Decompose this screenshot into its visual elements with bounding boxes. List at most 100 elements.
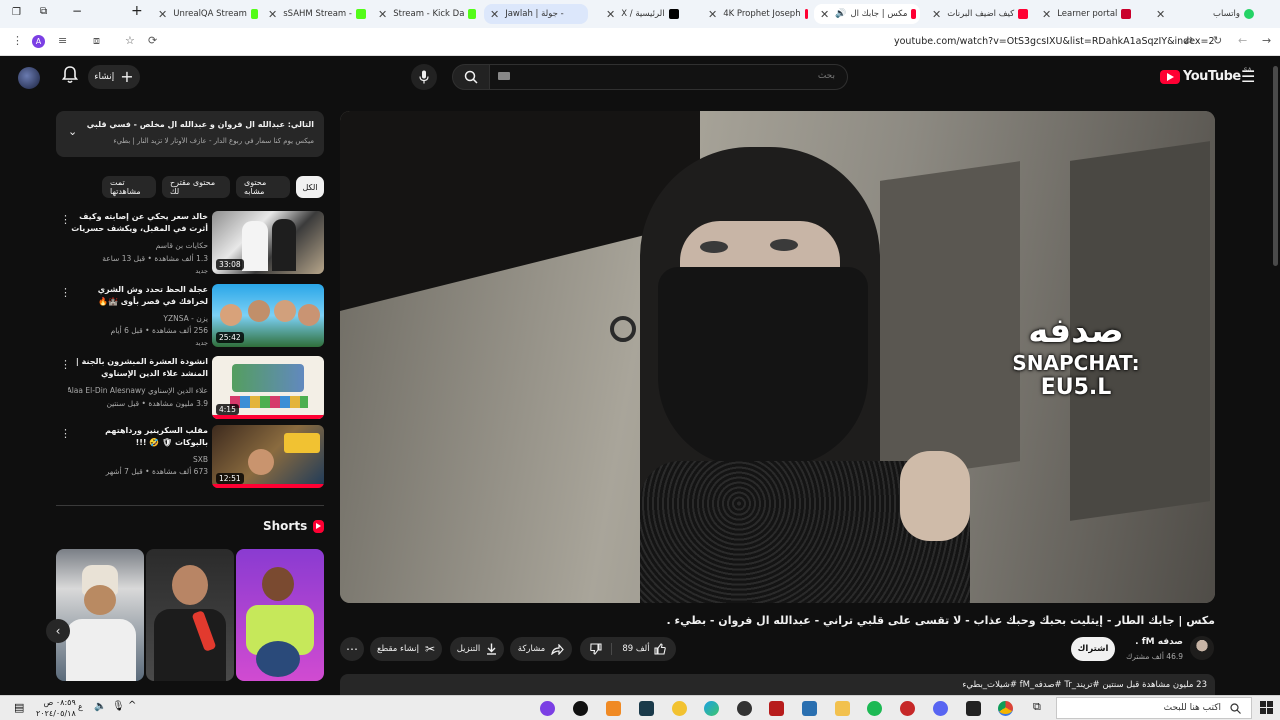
more-options-icon[interactable]: ⋮ — [60, 286, 71, 299]
taskbar-search-box[interactable]: اكتب هنا للبحث — [1056, 697, 1252, 719]
short-thumbnail[interactable] — [56, 549, 144, 681]
new-tab-icon[interactable]: + — [131, 3, 143, 19]
close-icon[interactable]: ✕ — [1156, 8, 1165, 21]
video-thumbnail[interactable]: 33:08 — [212, 211, 324, 274]
spotify-icon[interactable] — [867, 701, 882, 716]
list-item[interactable]: 12:51 مقلب السكرينير ورداهتهم بالبوكات 🛡… — [60, 425, 326, 489]
clip-button[interactable]: إنشاء مقطع ✂ — [370, 637, 442, 661]
notifications-bell-icon[interactable] — [61, 66, 79, 88]
keyboard-icon[interactable] — [498, 72, 510, 80]
language-indicator[interactable]: ع — [78, 702, 83, 711]
forward-icon[interactable]: ← — [1238, 34, 1247, 47]
close-icon[interactable]: ✕ — [932, 8, 941, 21]
close-icon[interactable]: ✕ — [708, 8, 717, 21]
video-thumbnail[interactable]: 4:15 — [212, 356, 324, 419]
like-button[interactable]: 89 ألف — [612, 643, 676, 655]
url-field[interactable]: youtube.com/watch?v=OtS3gcsIXU&list=RDah… — [894, 36, 1215, 47]
app-icon-9[interactable] — [802, 701, 817, 716]
system-clock[interactable]: ٠٨:٥٩ ص ٢٠٢٤/٠٥/١٨ — [36, 697, 76, 719]
mute-icon[interactable]: 🔊 — [835, 9, 846, 19]
playlist-icon[interactable]: ≡ — [58, 34, 67, 47]
app-icon-7[interactable] — [737, 701, 752, 716]
tab-learner-portal[interactable]: ✕ Learner portal — [1036, 4, 1140, 24]
list-item[interactable]: 25:42 عجلة الحظ تحدد وش الشري لخرافك في … — [60, 284, 326, 348]
share-button[interactable]: مشاركة — [510, 637, 572, 661]
video-player[interactable]: صدفه SNAPCHAT: EU5.L — [340, 111, 1215, 603]
more-options-icon[interactable]: ⋮ — [60, 213, 71, 226]
channel-avatar[interactable] — [1190, 636, 1214, 660]
scrollbar-thumb[interactable] — [1273, 66, 1278, 266]
app-icon-1[interactable] — [540, 701, 555, 716]
video-thumbnail[interactable]: 25:42 — [212, 284, 324, 347]
minimize-icon[interactable]: − — [72, 4, 82, 18]
file-explorer-icon[interactable] — [835, 701, 850, 716]
edge-icon[interactable] — [704, 701, 719, 716]
list-item[interactable]: 4:15 انشودة العشرة المبشرون بالجنة | الم… — [60, 356, 326, 420]
video-thumbnail[interactable]: 12:51 — [212, 425, 324, 488]
restore-window-icon[interactable]: ❐ — [12, 7, 21, 18]
channel-name-main[interactable]: صدفه fM . — [1135, 637, 1183, 647]
playlist-next-panel[interactable]: ⌄ التالي: عبدالله ال فروان و عبدالله ال … — [56, 111, 324, 157]
close-icon[interactable]: ✕ — [1042, 8, 1051, 21]
close-icon[interactable]: ✕ — [490, 8, 499, 21]
subscribe-button[interactable]: اشتراك — [1071, 637, 1115, 661]
more-options-icon[interactable]: ⋮ — [60, 427, 71, 440]
tab-unrealqa[interactable]: ✕ UnrealQA Stream — [152, 4, 262, 24]
search-input[interactable]: بحث — [490, 64, 848, 90]
close-icon[interactable]: ✕ — [378, 8, 387, 21]
tab-berrynat[interactable]: ✕ كيف اضيف البرنات — [926, 4, 1034, 24]
voice-search-button[interactable] — [411, 64, 437, 90]
maximize-icon[interactable]: ⧉ — [40, 6, 47, 17]
close-icon[interactable]: ✕ — [268, 8, 277, 21]
close-icon[interactable]: ✕ — [820, 8, 829, 21]
tab-x[interactable]: ✕ X / الرئيسية — [600, 4, 700, 24]
chip-watched[interactable]: تمت مشاهدتها — [102, 176, 156, 198]
bookmark-star-icon[interactable]: ☆ — [125, 34, 135, 47]
install-app-icon[interactable]: ⟳ — [148, 34, 157, 47]
profile-avatar[interactable]: A — [32, 35, 45, 48]
chip-all[interactable]: الكل — [296, 176, 324, 198]
chrome-icon[interactable] — [998, 701, 1013, 716]
app-icon-13[interactable] — [933, 701, 948, 716]
app-icon-12[interactable] — [900, 701, 915, 716]
dislike-button[interactable] — [580, 643, 612, 655]
more-actions-button[interactable]: ⋯ — [340, 637, 364, 661]
tab-current-video[interactable]: ✕ 🔊 مكس | جابك ال — [814, 4, 920, 24]
tune-icon[interactable]: ⇄ — [1184, 34, 1193, 47]
hamburger-menu-icon[interactable]: ☰ — [1241, 67, 1255, 86]
tab-stream-kick[interactable]: ✕ Stream - Kick Da — [372, 4, 480, 24]
youtube-logo[interactable]: YouTube SA — [1160, 67, 1252, 84]
search-button[interactable] — [452, 64, 490, 90]
extensions-icon[interactable]: ⧈ — [93, 34, 100, 48]
short-thumbnail[interactable] — [146, 549, 234, 681]
download-button[interactable]: التنزيل — [450, 637, 504, 661]
microphone-tray-icon[interactable]: 🎙 — [112, 701, 125, 712]
menu-dots-icon[interactable]: ⋮ — [12, 34, 23, 47]
close-icon[interactable]: ✕ — [606, 8, 615, 21]
create-button[interactable]: إنشاء + — [88, 65, 140, 89]
epic-games-icon[interactable] — [966, 701, 981, 716]
account-avatar[interactable] — [18, 67, 40, 89]
close-icon[interactable]: ✕ — [158, 8, 167, 21]
back-icon[interactable]: → — [1262, 34, 1271, 47]
show-hidden-icons[interactable]: ^ — [128, 700, 136, 711]
volume-icon[interactable]: 🔈 — [94, 701, 106, 712]
list-item[interactable]: 33:08 خالد سعر يحكي عن إصابته وكيف أثرت … — [60, 211, 326, 275]
more-options-icon[interactable]: ⋮ — [60, 358, 71, 371]
app-icon-5[interactable] — [672, 701, 687, 716]
app-icon-4[interactable] — [639, 701, 654, 716]
shorts-prev-button[interactable]: ‹ — [46, 619, 70, 643]
chevron-down-icon[interactable]: ⌄ — [68, 125, 77, 138]
reload-icon[interactable]: ↻ — [1213, 34, 1222, 47]
tab-jawlah[interactable]: ✕ Jawlah | جولة - — [484, 4, 588, 24]
app-icon-3[interactable] — [606, 701, 621, 716]
app-icon-8[interactable] — [769, 701, 784, 716]
tab-whatsapp[interactable]: ✕ واتساب — [1150, 4, 1258, 24]
notification-center-icon[interactable]: ▤ — [14, 701, 24, 714]
short-thumbnail[interactable] — [236, 549, 324, 681]
tab-ssahm[interactable]: ✕ sSAHM Stream - — [262, 4, 372, 24]
tab-prophet-joseph[interactable]: ✕ 4K Prophet Joseph — [702, 4, 812, 24]
chip-related[interactable]: محتوى مشابه — [236, 176, 290, 198]
task-view-icon[interactable]: ⧉ — [1033, 700, 1041, 714]
windows-start-icon[interactable] — [1260, 701, 1273, 714]
